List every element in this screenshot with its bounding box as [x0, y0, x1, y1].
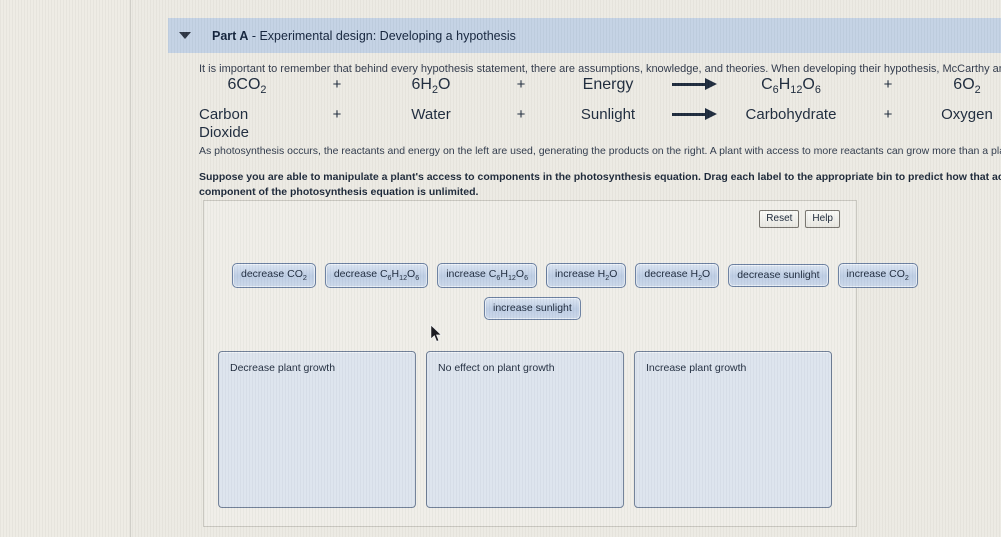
words-dioxide: Dioxide — [199, 124, 250, 142]
photosynthesis-formula-row: 6CO2 + 6H2O + Energy C6H12O6 + 6O2 — [199, 76, 1001, 97]
bin-label-no-effect: No effect on plant growth — [438, 362, 555, 374]
arrow-right-icon — [672, 106, 718, 122]
formula-plus-2: + — [516, 76, 526, 93]
explanation-paragraph: As photosynthesis occurs, the reactants … — [199, 145, 1001, 157]
part-a-header[interactable]: Part A - Experimental design: Developing… — [168, 18, 1001, 53]
formula-product-glucose: C6H12O6 — [761, 76, 821, 97]
words-plus-3: + — [883, 106, 893, 123]
formula-plus-3: + — [883, 76, 893, 93]
arrow-right-icon — [672, 76, 718, 92]
label-decrease-glucose[interactable]: decrease C6H12O6 — [324, 263, 429, 289]
part-title: Part A - Experimental design: Developing… — [212, 29, 516, 43]
label-decrease-co2[interactable]: decrease CO2 — [232, 263, 316, 289]
formula-reactant-co2: 6CO2 — [227, 76, 267, 97]
activity-toolbar: Reset Help — [759, 210, 840, 228]
words-reactant-water: Water — [411, 106, 451, 123]
instruction-line-1: Suppose you are able to manipulate a pla… — [199, 171, 1001, 183]
part-title-rest: - Experimental design: Developing a hypo… — [248, 28, 516, 43]
bin-decrease-plant-growth[interactable]: Decrease plant growth — [218, 351, 416, 508]
words-plus-2: + — [516, 106, 526, 123]
bin-increase-plant-growth[interactable]: Increase plant growth — [634, 351, 832, 508]
label-decrease-sunlight[interactable]: decrease sunlight — [728, 264, 829, 288]
label-increase-h2o[interactable]: increase H2O — [546, 263, 627, 289]
bin-label-increase: Increase plant growth — [646, 362, 747, 374]
words-reactant-carbon-dioxide: Carbon Dioxide — [199, 106, 295, 143]
bin-label-decrease: Decrease plant growth — [230, 362, 336, 374]
drop-bins: Decrease plant growth No effect on plant… — [218, 351, 832, 508]
words-carbon: Carbon — [199, 106, 249, 123]
mouse-pointer-icon — [430, 323, 443, 344]
help-button[interactable]: Help — [805, 210, 840, 228]
drag-drop-activity: Reset Help decrease CO2 decrease C6H12O6… — [203, 200, 918, 527]
bin-no-effect-on-plant-growth[interactable]: No effect on plant growth — [426, 351, 624, 508]
formula-reactant-h2o: 6H2O — [411, 76, 451, 97]
formula-product-oxygen: 6O2 — [953, 76, 981, 97]
label-decrease-h2o[interactable]: decrease H2O — [635, 263, 720, 289]
formula-plus-1: + — [332, 76, 342, 93]
draggable-labels-row-1: decrease CO2 decrease C6H12O6 increase C… — [232, 263, 918, 289]
intro-text: It is important to remember that behind … — [199, 63, 1001, 75]
words-arrow — [657, 106, 733, 126]
instruction-paragraph: Suppose you are able to manipulate a pla… — [199, 170, 1001, 200]
label-increase-co2[interactable]: increase CO2 — [837, 263, 918, 289]
triangle-down-icon[interactable] — [179, 32, 191, 39]
photosynthesis-words-row: Carbon Dioxide + Water + Sunlight Carboh… — [199, 106, 1001, 143]
formula-reactant-energy: Energy — [582, 76, 634, 93]
formula-arrow — [657, 76, 733, 97]
words-product-carbohydrate: Carbohydrate — [745, 106, 837, 123]
reset-button[interactable]: Reset — [759, 210, 800, 228]
instruction-line-2: component of the photosynthesis equation… — [199, 185, 479, 198]
draggable-labels-row-2: increase sunlight — [484, 297, 581, 321]
words-plus-1: + — [332, 106, 342, 123]
words-reactant-sunlight: Sunlight — [580, 106, 636, 123]
left-gutter — [0, 0, 130, 537]
part-title-bold: Part A — [212, 28, 249, 43]
label-increase-sunlight[interactable]: increase sunlight — [484, 297, 581, 321]
words-product-oxygen: Oxygen — [941, 106, 993, 123]
label-increase-glucose[interactable]: increase C6H12O6 — [437, 263, 538, 289]
